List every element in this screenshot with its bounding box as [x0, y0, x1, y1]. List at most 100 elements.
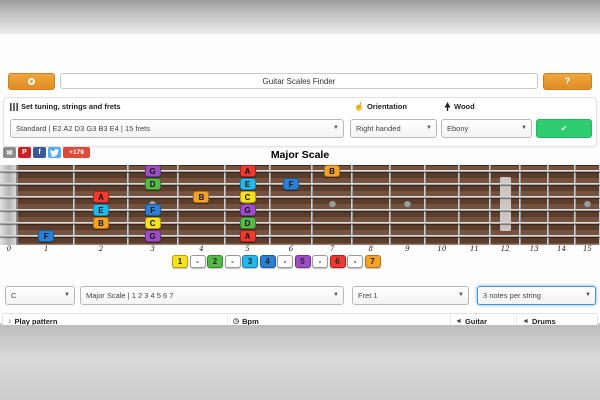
- fret-number-1: 1: [43, 245, 49, 253]
- speaker-icon: ◄: [455, 318, 462, 325]
- tuning-select[interactable]: Standard | E2 A2 D3 G3 B3 E4 | 15 frets …: [10, 119, 344, 138]
- note-marker-C-string5-fret3: C: [144, 217, 161, 229]
- note-marker-B-string1-fret7: B: [324, 165, 341, 177]
- inlay-dot-fret-15: [583, 201, 591, 208]
- help-icon: ?: [564, 76, 571, 86]
- chevron-down-icon: ▼: [64, 292, 70, 298]
- degree-separator: -: [189, 255, 206, 268]
- fret-number-13: 13: [529, 245, 539, 253]
- degree-box-2: 2: [207, 255, 223, 268]
- note-marker-B-string5-fret2: B: [92, 217, 109, 229]
- root-note-select[interactable]: C ▼: [5, 286, 75, 305]
- degree-box-4: 4: [259, 255, 276, 268]
- fret-number-3: 3: [150, 245, 155, 253]
- chevron-down-icon: ▼: [333, 292, 339, 298]
- chevron-down-icon: ▼: [458, 292, 464, 298]
- wood-select[interactable]: Ebony ▼: [441, 119, 532, 138]
- degree-box-1: 1: [172, 255, 188, 268]
- note-marker-G-string1-fret3: G: [144, 165, 161, 177]
- orientation-select[interactable]: Right handed ▼: [350, 119, 437, 138]
- guitar-string-3: [0, 196, 600, 198]
- bottom-gradient-bar: [0, 325, 600, 400]
- fret-wire-7: [350, 165, 353, 245]
- fret-number-15: 15: [582, 245, 592, 253]
- chevron-down-icon: ▼: [521, 125, 527, 131]
- note-marker-A-string1-fret5: A: [239, 165, 256, 177]
- scale-select[interactable]: Major Scale | 1 2 3 4 5 6 7 ▼: [80, 286, 344, 305]
- sliders-icon: [10, 102, 18, 111]
- fretboard: GABDEFABCEFGBCDFGA: [0, 165, 600, 245]
- chevron-down-icon: ▼: [426, 125, 432, 131]
- fret-number-6: 6: [288, 245, 294, 253]
- fret-number-11: 11: [469, 245, 479, 253]
- degree-separator: -: [347, 255, 363, 268]
- fret-number-14: 14: [557, 245, 567, 253]
- note-marker-D-string2-fret3: D: [144, 178, 161, 190]
- clock-icon: ◷: [233, 318, 240, 325]
- note-marker-G-string4-fret5: G: [239, 204, 256, 216]
- fret-wire-10: [457, 165, 460, 245]
- note-marker-F-string4-fret3: F: [144, 204, 161, 216]
- degree-separator: -: [312, 255, 328, 268]
- inlay-dot-fret-7: [328, 201, 336, 208]
- guitar-string-1: [0, 170, 600, 172]
- inlay-dot-fret-9: [403, 201, 411, 208]
- fret-wire-12: [519, 165, 522, 245]
- top-gradient-bar: [0, 0, 600, 34]
- check-icon: ✔: [560, 124, 568, 133]
- fret-wire-13: [547, 165, 550, 245]
- hand-icon: ☝: [354, 101, 364, 111]
- app-window: ? Set tuning, strings and frets ☝ Orient…: [0, 0, 600, 400]
- note-marker-E-string2-fret5: E: [239, 178, 256, 190]
- tree-icon: [444, 102, 451, 111]
- note-marker-B-string3-fret4: B: [193, 191, 210, 203]
- fret-number-7: 7: [329, 245, 335, 253]
- scale-controls-row: C ▼ Major Scale | 1 2 3 4 5 6 7 ▼ Fret 1…: [0, 286, 600, 306]
- note-marker-C-string3-fret5: C: [239, 191, 256, 203]
- guitar-string-2: [0, 183, 600, 185]
- guitar-string-6: [0, 235, 600, 237]
- fret-number-4: 4: [199, 245, 204, 253]
- guitar-string-4: [0, 209, 600, 211]
- settings-panel: Set tuning, strings and frets ☝ Orientat…: [3, 97, 597, 147]
- app-title-input[interactable]: [60, 73, 538, 89]
- notes-per-string-select[interactable]: 3 notes per string ▼: [477, 286, 596, 305]
- help-button[interactable]: ?: [543, 73, 592, 90]
- note-marker-E-string4-fret2: E: [92, 204, 109, 216]
- fret-wire-5: [268, 165, 271, 245]
- fret-numbers-row: 0 1 2 3 4 5 6 7 8 9 10 11 12 13 14 15: [0, 245, 600, 254]
- speaker-icon: ◄: [522, 318, 529, 325]
- app-area: ? Set tuning, strings and frets ☝ Orient…: [0, 34, 600, 359]
- wood-label: Wood: [444, 102, 475, 111]
- fret-wire-6: [311, 165, 314, 245]
- fret-number-9: 9: [405, 245, 410, 253]
- fret-number-0: 0: [6, 245, 12, 253]
- fret-wire-4: [224, 165, 227, 245]
- fret-wire-9: [424, 165, 427, 245]
- fret-number-2: 2: [98, 245, 104, 253]
- apply-settings-button[interactable]: ✔: [536, 119, 592, 138]
- tuning-label: Set tuning, strings and frets: [10, 102, 121, 111]
- degree-box-3: 3: [242, 255, 258, 268]
- fretboard-nut: [0, 165, 18, 245]
- scale-title: Major Scale: [270, 149, 330, 161]
- note-marker-F-string6-fret1: F: [38, 230, 55, 242]
- fret-position-select[interactable]: Fret 1 ▼: [352, 286, 469, 305]
- orientation-label: ☝ Orientation: [354, 101, 407, 111]
- fret-wire-2: [126, 165, 129, 245]
- note-marker-D-string5-fret5: D: [239, 217, 256, 229]
- guitar-string-5: [0, 222, 600, 224]
- chevron-down-icon: ▼: [333, 125, 339, 131]
- fret-wire-14: [573, 165, 576, 245]
- note-marker-A-string6-fret5: A: [239, 230, 256, 242]
- fret-wire-1: [73, 165, 76, 245]
- note-marker-G-string6-fret3: G: [144, 230, 161, 242]
- target-circle-icon: [28, 78, 35, 85]
- chevron-down-icon: ▼: [585, 292, 591, 298]
- settings-button[interactable]: [8, 73, 55, 90]
- music-note-icon: ♪: [8, 318, 12, 325]
- degree-separator: -: [224, 255, 241, 268]
- fret-number-10: 10: [437, 245, 447, 253]
- fret-wire-3: [176, 165, 179, 245]
- degree-box-5: 5: [294, 255, 311, 268]
